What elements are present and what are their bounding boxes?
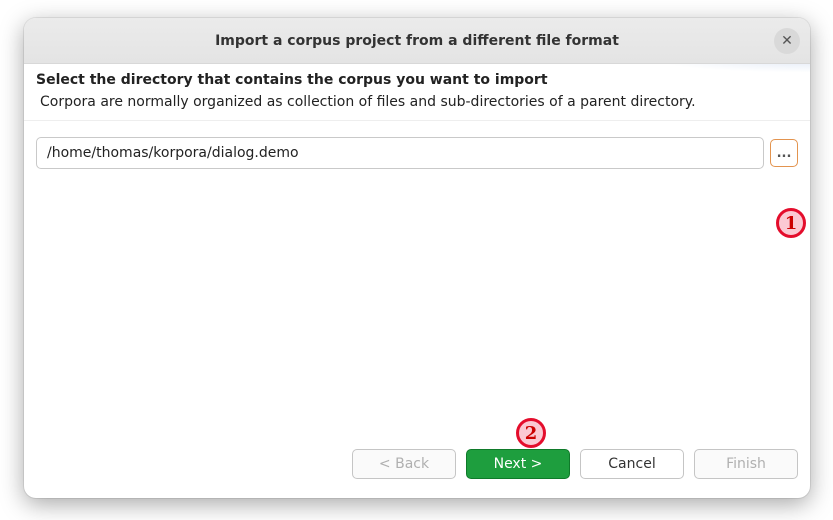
titlebar: Import a corpus project from a different… <box>24 18 810 64</box>
page-description: Corpora are normally organized as collec… <box>36 94 798 110</box>
browse-button[interactable]: ... <box>770 139 798 167</box>
close-button[interactable]: ✕ <box>774 28 800 54</box>
back-button: < Back <box>352 449 456 479</box>
finish-button: Finish <box>694 449 798 479</box>
next-button[interactable]: Next > <box>466 449 570 479</box>
close-icon: ✕ <box>781 33 793 49</box>
wizard-footer: < Back Next > Cancel Finish <box>24 444 810 498</box>
wizard-body: ... <box>24 121 810 461</box>
ellipsis-icon: ... <box>777 146 792 161</box>
directory-path-input[interactable] <box>36 137 764 169</box>
page-title: Select the directory that contains the c… <box>36 72 798 88</box>
import-wizard-dialog: Import a corpus project from a different… <box>24 18 810 498</box>
wizard-header: Select the directory that contains the c… <box>24 64 810 121</box>
directory-row: ... <box>36 137 798 169</box>
dialog-title: Import a corpus project from a different… <box>215 33 619 49</box>
cancel-button[interactable]: Cancel <box>580 449 684 479</box>
